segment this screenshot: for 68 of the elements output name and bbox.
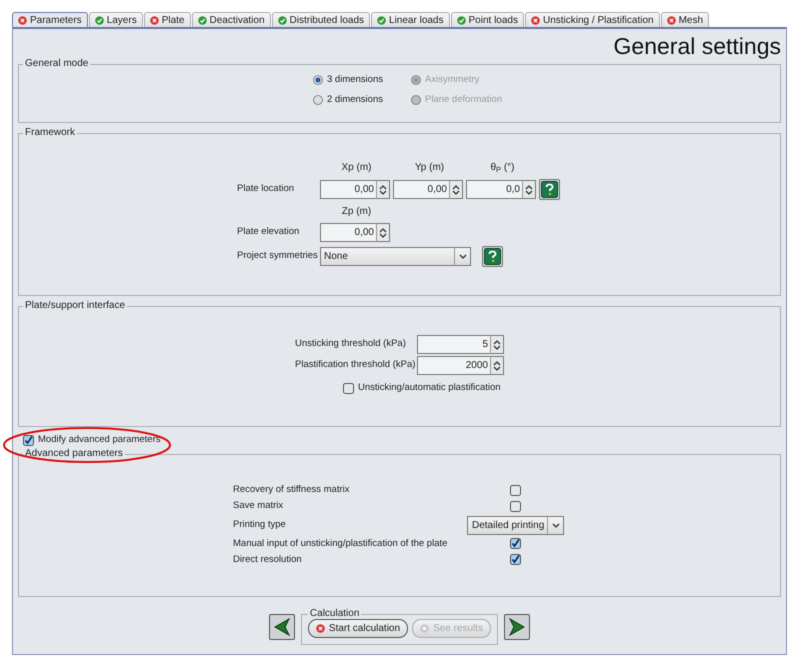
spinner-icon — [379, 184, 387, 196]
field-label: Direct resolution — [233, 552, 303, 567]
tab[interactable]: Linear loads — [371, 12, 450, 27]
error-icon — [420, 624, 430, 633]
tab[interactable]: Deactivation — [192, 12, 271, 27]
tab[interactable]: Plate — [144, 12, 190, 27]
field-label: Plate location — [237, 182, 296, 196]
field-label: Plastification threshold (kPa) — [295, 358, 416, 372]
disabled-radio-label: Axisymmetry — [425, 73, 480, 87]
number-field[interactable]: 0,0 — [466, 180, 523, 199]
radio-label: 2 dimensions — [327, 93, 383, 108]
disabled-radio-label: Plane deformation — [425, 93, 502, 108]
spinner-button[interactable] — [449, 180, 463, 199]
tab[interactable]: Mesh — [660, 12, 710, 27]
checkbox-label: Unsticking/automatic plastification — [358, 381, 501, 395]
spinner-button[interactable] — [376, 223, 390, 242]
spinner-button[interactable] — [522, 180, 536, 199]
section-title: Calculation — [308, 609, 360, 619]
column-header: Xp (m) — [340, 161, 372, 175]
error-icon — [316, 624, 325, 633]
right-arrow-icon — [509, 618, 526, 636]
field-label: Save matrix — [233, 499, 284, 514]
number-field[interactable]: 0,00 — [320, 180, 377, 199]
dropdown[interactable]: None — [320, 247, 471, 266]
spinner-icon — [493, 338, 501, 350]
help-button[interactable] — [482, 246, 503, 267]
spinner-icon — [525, 184, 533, 196]
number-field[interactable]: 5 — [417, 335, 491, 354]
page-title: General settings — [612, 33, 781, 59]
field-label: Recovery of stiffness matrix — [233, 483, 351, 497]
section-title: Plate/support interface — [24, 301, 126, 311]
spinner-icon — [493, 360, 501, 372]
radio-label: 3 dimensions — [327, 73, 383, 87]
number-field[interactable]: 0,00 — [320, 223, 377, 242]
tab[interactable]: Parameters — [12, 12, 88, 27]
field-label: Printing type — [233, 518, 287, 532]
spinner-button[interactable] — [490, 335, 504, 354]
next-button[interactable] — [504, 614, 530, 640]
previous-button[interactable] — [268, 614, 295, 640]
column-header: θ$_{P}$ (°) — [489, 161, 516, 175]
field-label: Plate elevation — [237, 225, 300, 240]
field-label: Project symmetries — [237, 249, 319, 264]
column-header: Yp (m) — [414, 161, 446, 175]
field-label: Manual input of unsticking/plastification of the plate — [233, 536, 448, 550]
calculation-button[interactable]: Start calculation — [308, 619, 408, 638]
field-label: Unsticking threshold (kPa) — [295, 337, 407, 352]
spinner-button[interactable] — [376, 180, 390, 199]
spinner-icon — [452, 184, 460, 196]
number-field[interactable]: 0,00 — [393, 180, 450, 199]
section-title: Advanced parameters — [24, 449, 124, 459]
chevron-down-icon — [458, 254, 466, 259]
dropdown[interactable]: Detailed printing — [467, 516, 564, 534]
tab[interactable]: Distributed loads — [272, 12, 370, 27]
spinner-button[interactable] — [490, 356, 504, 375]
tab[interactable]: Unsticking / Plastification — [524, 12, 660, 27]
tab[interactable]: Layers — [88, 12, 143, 27]
help-button[interactable] — [539, 179, 560, 200]
question-mark-icon — [541, 181, 558, 198]
question-mark-icon — [484, 248, 501, 265]
section-title: General mode — [24, 59, 90, 69]
chevron-down-icon — [552, 522, 560, 528]
spinner-icon — [379, 226, 387, 238]
checkbox-label: Modify advanced parameters — [38, 432, 161, 447]
left-arrow-icon — [274, 618, 290, 636]
column-header: Zp (m) — [340, 205, 372, 219]
section-title: Framework — [24, 128, 76, 138]
number-field[interactable]: 2000 — [417, 356, 491, 375]
tab[interactable]: Point loads — [450, 12, 524, 27]
